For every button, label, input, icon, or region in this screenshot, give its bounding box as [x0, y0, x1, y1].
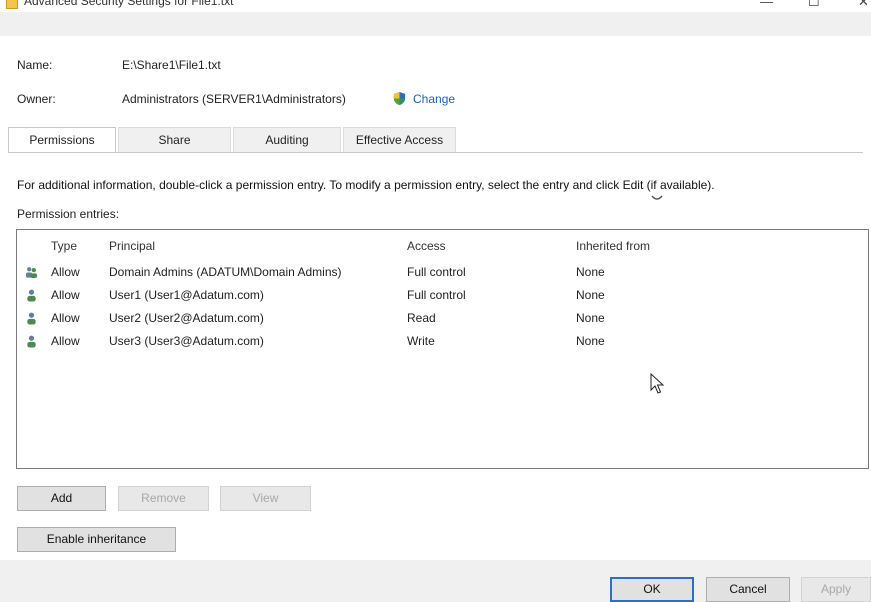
name-label: Name:: [17, 58, 53, 72]
minimize-button[interactable]: —: [760, 0, 773, 9]
tab-effective-access[interactable]: Effective Access: [343, 127, 456, 152]
entry-type: Allow: [51, 311, 80, 325]
apply-button[interactable]: Apply: [801, 577, 871, 602]
folder-icon: [6, 0, 18, 9]
table-row[interactable]: Allow User3 (User3@Adatum.com) Write Non…: [18, 330, 867, 352]
user-icon: [27, 289, 36, 302]
entry-inherited-from: None: [576, 311, 605, 325]
entry-type: Allow: [51, 265, 80, 279]
maximize-button[interactable]: ☐: [808, 0, 820, 10]
uac-shield-icon: [393, 91, 406, 106]
table-row[interactable]: Allow User1 (User1@Adatum.com) Full cont…: [18, 284, 867, 306]
group-users-icon: [25, 267, 38, 279]
name-value: E:\Share1\File1.txt: [122, 58, 221, 72]
view-button[interactable]: View: [220, 486, 311, 511]
entry-principal: User2 (User2@Adatum.com): [109, 311, 264, 325]
window-title: Advanced Security Settings for File1.txt: [24, 0, 234, 8]
tab-auditing[interactable]: Auditing: [233, 127, 341, 152]
tab-strip: Permissions Share Auditing Effective Acc…: [8, 127, 863, 152]
info-text: For additional information, double-click…: [17, 178, 715, 192]
tab-permissions[interactable]: Permissions: [8, 127, 116, 152]
entry-inherited-from: None: [576, 288, 605, 302]
ok-button[interactable]: OK: [610, 577, 694, 602]
permission-entries-label: Permission entries:: [17, 207, 120, 221]
entry-inherited-from: None: [576, 334, 605, 348]
busy-spinner-icon: [651, 195, 663, 200]
entry-type: Allow: [51, 288, 80, 302]
owner-value: Administrators (SERVER1\Administrators): [122, 92, 346, 106]
add-button[interactable]: Add: [17, 486, 106, 511]
owner-label: Owner:: [17, 92, 56, 106]
entry-principal: Domain Admins (ADATUM\Domain Admins): [109, 265, 342, 279]
enable-inheritance-button[interactable]: Enable inheritance: [17, 527, 176, 552]
entry-type: Allow: [51, 334, 80, 348]
column-header-principal[interactable]: Principal: [109, 239, 155, 253]
table-row[interactable]: Allow Domain Admins (ADATUM\Domain Admin…: [18, 261, 867, 283]
entry-access: Write: [407, 334, 435, 348]
change-owner-link[interactable]: Change: [413, 92, 455, 106]
remove-button[interactable]: Remove: [118, 486, 209, 511]
tab-share[interactable]: Share: [118, 127, 231, 152]
mouse-pointer-icon: [650, 373, 664, 394]
entry-inherited-from: None: [576, 265, 605, 279]
entry-access: Full control: [407, 265, 466, 279]
entry-access: Read: [407, 311, 436, 325]
column-header-type[interactable]: Type: [51, 239, 77, 253]
table-row[interactable]: Allow User2 (User2@Adatum.com) Read None: [18, 307, 867, 329]
user-icon: [27, 312, 36, 325]
column-header-access[interactable]: Access: [407, 239, 446, 253]
entry-access: Full control: [407, 288, 466, 302]
cancel-button[interactable]: Cancel: [706, 577, 790, 602]
tab-divider: [8, 152, 863, 153]
entry-principal: User3 (User3@Adatum.com): [109, 334, 264, 348]
user-icon: [27, 335, 36, 348]
column-header-inherited-from[interactable]: Inherited from: [576, 239, 650, 253]
title-bar: Advanced Security Settings for File1.txt…: [0, 0, 871, 12]
permission-entries-list[interactable]: Type Principal Access Inherited from All…: [16, 229, 869, 469]
entry-principal: User1 (User1@Adatum.com): [109, 288, 264, 302]
close-button[interactable]: ✕: [858, 0, 869, 10]
